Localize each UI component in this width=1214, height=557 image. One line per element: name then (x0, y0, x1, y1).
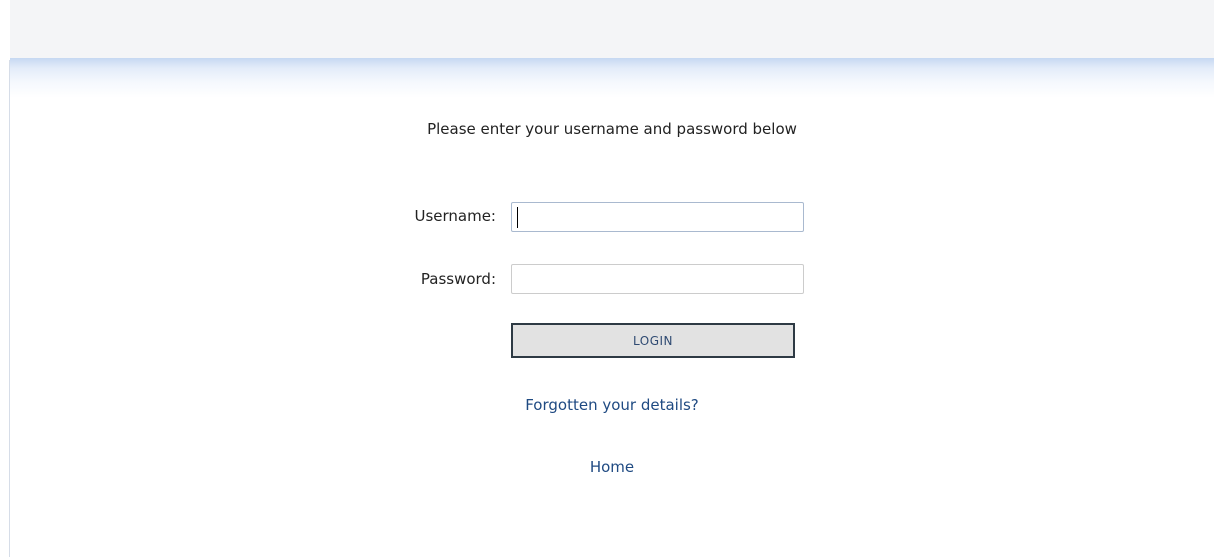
forgotten-details-link[interactable]: Forgotten your details? (0, 396, 1214, 414)
login-instructions: Please enter your username and password … (427, 120, 797, 138)
username-input[interactable] (511, 202, 804, 232)
password-label: Password: (420, 270, 496, 288)
username-label: Username: (414, 207, 496, 225)
header-band (10, 0, 1214, 58)
login-page: Please enter your username and password … (0, 0, 1214, 557)
home-link[interactable]: Home (0, 458, 1214, 476)
login-button[interactable]: LOGIN (511, 323, 795, 358)
text-caret (517, 207, 518, 228)
password-input[interactable] (511, 264, 804, 294)
header-gradient (10, 58, 1214, 98)
